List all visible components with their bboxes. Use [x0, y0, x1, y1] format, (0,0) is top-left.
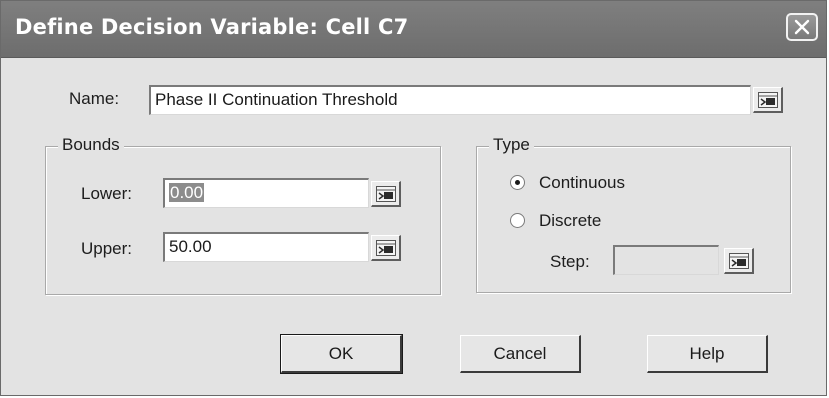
- continuous-label[interactable]: Continuous: [539, 173, 625, 193]
- upper-input-value: 50.00: [169, 237, 212, 256]
- lower-input-value: 0.00: [169, 183, 205, 202]
- lower-label: Lower:: [81, 184, 133, 203]
- lower-input[interactable]: 0.00: [163, 178, 369, 208]
- ok-button[interactable]: OK: [280, 334, 403, 374]
- upper-label: Upper:: [81, 239, 133, 258]
- close-button[interactable]: [786, 13, 818, 41]
- name-input-value: Phase II Continuation Threshold: [155, 90, 398, 109]
- dialog-title: Define Decision Variable: Cell C7: [15, 15, 409, 39]
- step-label: Step:: [550, 252, 590, 271]
- continuous-radio[interactable]: [510, 175, 525, 190]
- name-cell-reference-button[interactable]: [753, 87, 783, 113]
- lower-cell-reference-button[interactable]: [371, 181, 401, 207]
- close-icon: [794, 19, 810, 35]
- step-input[interactable]: [613, 245, 719, 275]
- discrete-label[interactable]: Discrete: [539, 211, 601, 231]
- cell-reference-icon: [376, 240, 396, 256]
- cancel-button[interactable]: Cancel: [460, 335, 581, 373]
- cell-reference-icon: [376, 186, 396, 202]
- name-label: Name:: [69, 89, 120, 108]
- title-bar[interactable]: Define Decision Variable: Cell C7: [1, 1, 826, 58]
- upper-input[interactable]: 50.00: [163, 232, 369, 262]
- help-button[interactable]: Help: [647, 335, 768, 373]
- radio-selected-icon: [515, 180, 520, 185]
- cell-reference-icon: [729, 253, 749, 269]
- name-input[interactable]: Phase II Continuation Threshold: [149, 85, 751, 115]
- upper-cell-reference-button[interactable]: [371, 235, 401, 261]
- cell-reference-icon: [758, 92, 778, 108]
- bounds-group: Bounds: [45, 135, 441, 295]
- step-cell-reference-button[interactable]: [724, 248, 754, 274]
- bounds-group-title: Bounds: [58, 135, 124, 155]
- type-group-title: Type: [489, 135, 534, 155]
- define-decision-variable-dialog: Define Decision Variable: Cell C7 Name: …: [0, 0, 827, 396]
- discrete-radio[interactable]: [510, 213, 525, 228]
